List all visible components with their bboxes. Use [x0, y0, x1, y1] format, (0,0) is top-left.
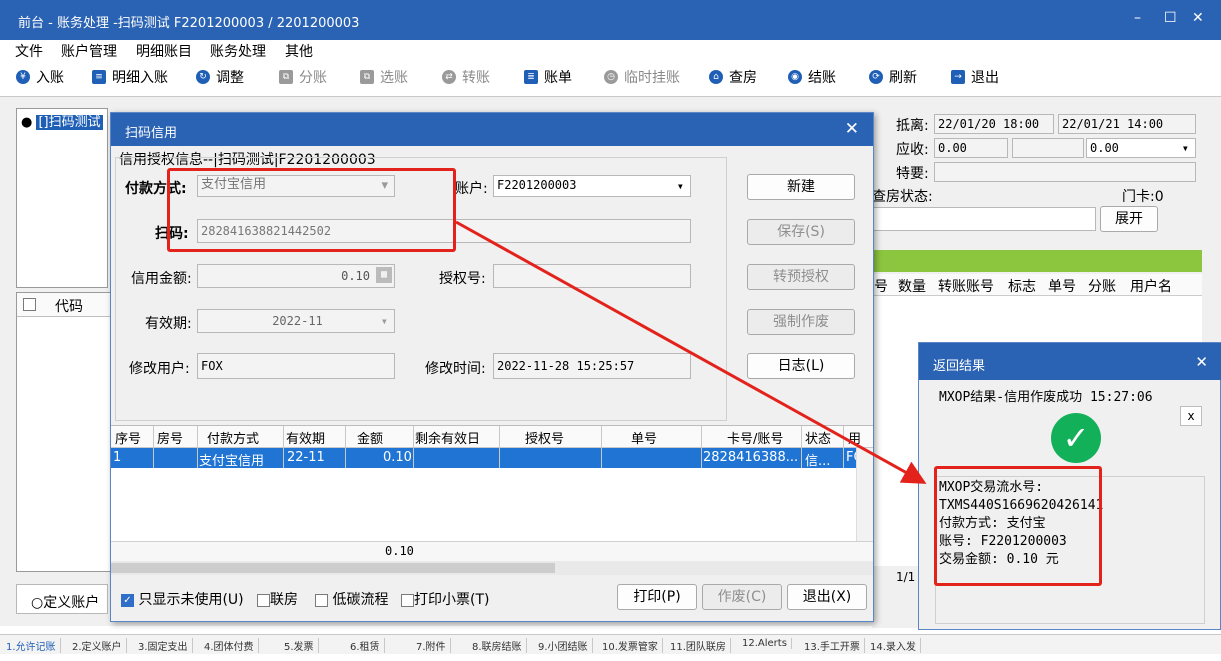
tab-joint-checkout[interactable]: 8.联房结账: [472, 638, 527, 653]
tab-entry[interactable]: 14.录入发: [870, 638, 921, 653]
tab-define-account[interactable]: 2.定义账户: [72, 638, 127, 653]
tab-team-joint-room[interactable]: 11.团队联房: [670, 638, 731, 653]
tab-fixed-expense[interactable]: 3.固定支出: [138, 638, 193, 653]
tab-small-group-checkout[interactable]: 9.小团结账: [538, 638, 593, 653]
tab-invoice[interactable]: 5.发票: [284, 638, 319, 653]
tab-invoice-manager[interactable]: 10.发票管家: [602, 638, 663, 653]
tab-allow-post[interactable]: 1.允许记账: [6, 638, 61, 653]
tab-group-payment[interactable]: 4.团体付费: [204, 638, 259, 653]
annotation-arrow: [455, 220, 927, 484]
status-tabs: 1.允许记账 2.定义账户 3.固定支出 4.团体付费 5.发票 6.租赁 7.…: [0, 634, 1221, 654]
tab-manual-invoice[interactable]: 13.手工开票: [804, 638, 865, 653]
tab-attachment[interactable]: 7.附件: [416, 638, 451, 653]
tab-alerts[interactable]: 12.Alerts: [742, 638, 792, 649]
tab-lease[interactable]: 6.租赁: [350, 638, 385, 653]
